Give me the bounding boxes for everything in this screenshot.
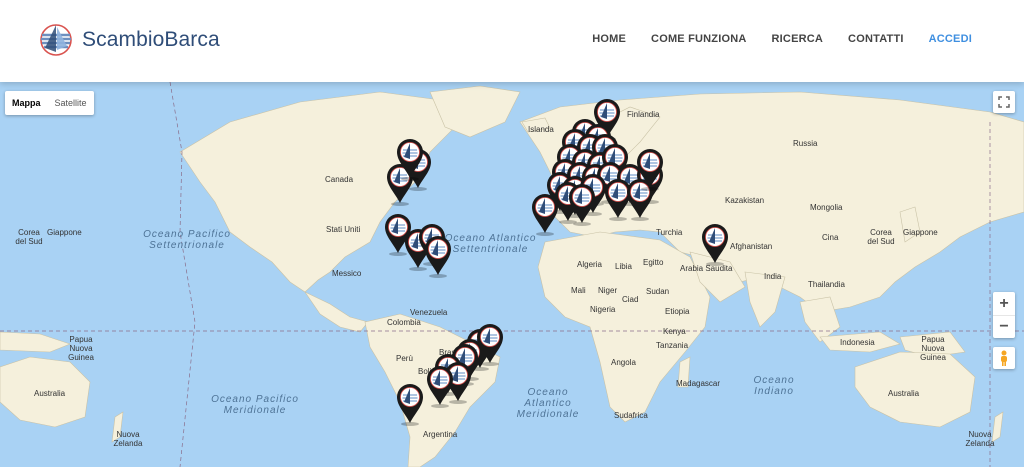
zoom-control: + − — [993, 292, 1015, 338]
label-madagascar: Madagascar — [676, 379, 721, 388]
pegman-icon — [1001, 350, 1007, 366]
logo-icon — [40, 24, 72, 56]
label-tanzania: Tanzania — [656, 341, 689, 350]
label-libia: Libia — [615, 262, 632, 271]
label-sudan: Sudan — [646, 287, 670, 296]
label-ciad: Ciad — [622, 295, 639, 304]
boat-marker-icon[interactable] — [395, 382, 425, 431]
label-nz: Nuova Zelanda — [113, 430, 143, 448]
nav-come-funziona[interactable]: COME FUNZIONA — [651, 33, 746, 45]
label-india: India — [764, 272, 782, 281]
ocean-pacifico-nord: Oceano Pacifico Settentrionale — [143, 229, 231, 251]
boat-marker-icon[interactable] — [635, 147, 665, 196]
label-colombia: Colombia — [387, 318, 421, 327]
label-angola: Angola — [611, 358, 636, 367]
boat-marker-icon[interactable] — [425, 364, 455, 413]
label-etiopia: Etiopia — [665, 307, 690, 316]
ocean-pacifico-sud: Oceano Pacifico Meridionale — [211, 394, 299, 416]
label-russia: Russia — [793, 139, 818, 148]
label-egitto: Egitto — [643, 258, 664, 267]
boat-marker-icon[interactable] — [567, 182, 597, 231]
map-type-satellite-button[interactable]: Satellite — [48, 91, 94, 115]
label-australia-2: Australia — [888, 389, 920, 398]
label-sudafrica: Sudafrica — [614, 411, 648, 420]
ocean-atlantico-sud: Oceano Atlantico Meridionale — [516, 387, 580, 420]
label-turchia: Turchia — [656, 228, 683, 237]
label-mali: Mali — [571, 286, 586, 295]
label-papua-2: Papua Nuova Guinea — [920, 335, 946, 362]
label-argentina: Argentina — [423, 430, 458, 439]
label-nigeria: Nigeria — [590, 305, 616, 314]
label-niger: Niger — [598, 286, 618, 295]
label-peru: Perù — [396, 354, 413, 363]
label-nz-2: Nuova Zelanda — [965, 430, 995, 448]
world-map[interactable]: Finlandia Islanda Russia Canada Kazakist… — [0, 82, 1024, 467]
label-canada: Canada — [325, 175, 354, 184]
boat-marker-icon[interactable] — [423, 234, 453, 283]
ocean-atlantico-nord: Oceano Atlantico Settentrionale — [444, 233, 537, 255]
label-corea-2: Corea del Sud — [867, 228, 895, 246]
zoom-in-button[interactable]: + — [993, 292, 1015, 316]
label-giappone: Giappone — [47, 228, 82, 237]
label-algeria: Algeria — [577, 260, 602, 269]
nav-ricerca[interactable]: RICERCA — [772, 33, 824, 45]
label-afghanistan: Afghanistan — [730, 242, 773, 251]
label-australia: Australia — [34, 389, 66, 398]
label-kazakistan: Kazakistan — [725, 196, 765, 205]
label-islanda: Islanda — [528, 125, 554, 134]
label-mongolia: Mongolia — [810, 203, 843, 212]
boat-marker-icon[interactable] — [395, 137, 425, 186]
nav-contatti[interactable]: CONTATTI — [848, 33, 904, 45]
label-giappone-2: Giappone — [903, 228, 938, 237]
site-header: ScambioBarca HOME COME FUNZIONA RICERCA … — [0, 0, 1024, 82]
site-logo[interactable]: ScambioBarca — [36, 22, 220, 58]
map-type-mappa-button[interactable]: Mappa — [5, 91, 48, 115]
fullscreen-button[interactable] — [993, 91, 1015, 113]
label-papua: Papua Nuova Guinea — [68, 335, 94, 362]
label-messico: Messico — [332, 269, 362, 278]
label-kenya: Kenya — [663, 327, 686, 336]
logo-text: ScambioBarca — [82, 28, 220, 51]
street-view-button[interactable] — [993, 347, 1015, 369]
label-thailandia: Thailandia — [808, 280, 845, 289]
nav-accedi[interactable]: ACCEDI — [929, 33, 972, 45]
main-nav: HOME COME FUNZIONA RICERCA CONTATTI ACCE… — [567, 33, 972, 45]
ocean-indiano: Oceano Indiano — [753, 375, 795, 397]
zoom-out-button[interactable]: − — [993, 316, 1015, 338]
label-stati-uniti: Stati Uniti — [326, 225, 361, 234]
nav-home[interactable]: HOME — [592, 33, 626, 45]
boat-marker-icon[interactable] — [700, 222, 730, 271]
map-type-control: Mappa Satellite — [5, 91, 94, 115]
label-finlandia: Finlandia — [627, 110, 660, 119]
label-indonesia: Indonesia — [840, 338, 875, 347]
label-venezuela: Venezuela — [410, 308, 448, 317]
label-cina: Cina — [822, 233, 839, 242]
fullscreen-icon — [998, 96, 1010, 108]
label-corea: Corea del Sud — [15, 228, 43, 246]
